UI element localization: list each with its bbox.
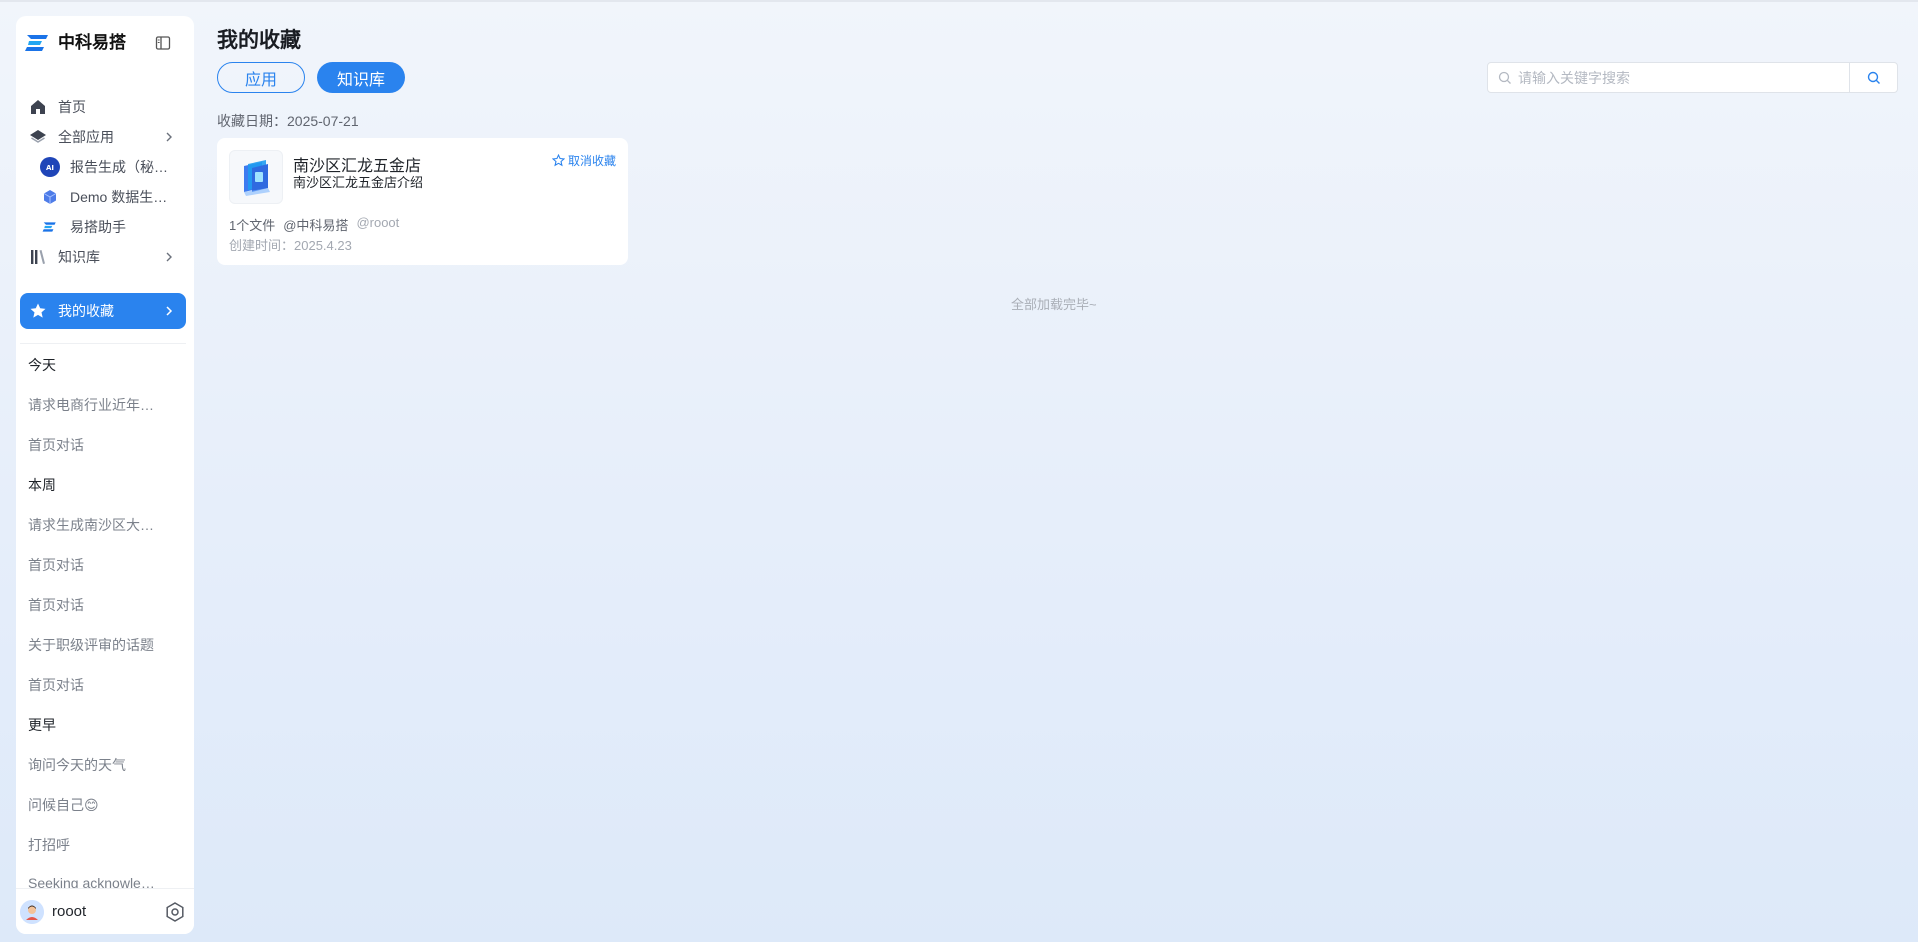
star-outline-icon xyxy=(551,154,565,167)
nav-app-assistant-label: 易搭助手 xyxy=(70,219,126,235)
sidebar: 中科易搭 首页 全部应用 AI 报告生成（秘… Demo 数据生… 易搭助手 知… xyxy=(16,16,194,934)
history-group-week: 本周 xyxy=(28,477,56,493)
settings-icon[interactable] xyxy=(164,901,186,923)
user-bar: rooot xyxy=(16,888,194,934)
collapse-sidebar-icon[interactable] xyxy=(152,32,174,54)
cube-icon xyxy=(40,187,60,207)
search-button[interactable] xyxy=(1849,63,1897,92)
nav-all-apps-label: 全部应用 xyxy=(58,129,114,145)
unfavorite-label: 取消收藏 xyxy=(567,154,616,168)
card-owner: @中科易搭 xyxy=(283,218,349,233)
nav-home-label: 首页 xyxy=(58,99,86,115)
history-item[interactable]: 问候自己😊 xyxy=(28,795,178,815)
page-title: 我的收藏 xyxy=(217,29,301,52)
search-box xyxy=(1487,62,1898,93)
top-border xyxy=(0,0,1918,2)
user-name: rooot xyxy=(52,903,87,920)
tab-apps[interactable]: 应用 xyxy=(217,62,305,93)
nav-app-report-label: 报告生成（秘… xyxy=(70,159,168,175)
home-icon xyxy=(28,97,48,117)
brand: 中科易搭 xyxy=(16,16,194,70)
search-icon xyxy=(1498,71,1511,84)
nav-knowledge-label: 知识库 xyxy=(58,249,100,265)
knowledge-thumbnail-icon xyxy=(229,150,283,204)
card-creator: @rooot xyxy=(356,215,400,230)
history-item[interactable]: 请求电商行业近年… xyxy=(28,395,178,415)
history-item[interactable]: 询问今天的天气 xyxy=(28,755,178,775)
history-item[interactable]: 请求生成南沙区大… xyxy=(28,515,178,535)
history-group-today: 今天 xyxy=(28,357,56,373)
history-item[interactable]: 首页对话 xyxy=(28,435,178,455)
brand-icon xyxy=(40,217,60,237)
layers-icon xyxy=(28,127,48,147)
chevron-right-icon xyxy=(166,252,172,262)
svg-text:AI: AI xyxy=(46,164,54,172)
books-icon xyxy=(28,247,48,267)
search-icon xyxy=(1867,71,1880,84)
chevron-right-icon xyxy=(166,132,172,142)
history-item[interactable]: 首页对话 xyxy=(28,595,178,615)
history-item[interactable]: 打招呼 xyxy=(28,835,178,855)
end-of-list-text: 全部加载完毕~ xyxy=(1011,297,1097,312)
brand-name: 中科易搭 xyxy=(58,33,126,52)
file-count: 1个文件 xyxy=(229,218,276,233)
sidebar-divider xyxy=(20,343,186,344)
history-item[interactable]: 首页对话 xyxy=(28,675,178,695)
history-group-earlier: 更早 xyxy=(28,717,56,733)
ai-report-icon: AI xyxy=(40,157,60,177)
favorite-date: 收藏日期：2025-07-21 xyxy=(217,113,359,129)
unfavorite-button[interactable]: 取消收藏 xyxy=(551,152,616,169)
card-created-time: 创建时间：2025.4.23 xyxy=(229,238,352,253)
card-description: 南沙区汇龙五金店介绍 xyxy=(293,175,424,190)
history-item[interactable]: 首页对话 xyxy=(28,555,178,575)
history-item[interactable]: 关于职级评审的话题 xyxy=(28,635,178,655)
search-input[interactable] xyxy=(1518,63,1858,92)
nav-app-demo-label: Demo 数据生… xyxy=(70,189,168,205)
avatar[interactable] xyxy=(20,900,44,924)
tab-knowledge-base[interactable]: 知识库 xyxy=(317,62,405,93)
brand-logo-icon xyxy=(25,35,48,51)
nav-knowledge[interactable]: 知识库 xyxy=(20,239,186,275)
knowledge-card[interactable]: 南沙区汇龙五金店 南沙区汇龙五金店介绍 取消收藏 1个文件 @中科易搭 @roo… xyxy=(217,138,628,265)
card-meta: 1个文件 @中科易搭 @rooot xyxy=(229,215,399,234)
